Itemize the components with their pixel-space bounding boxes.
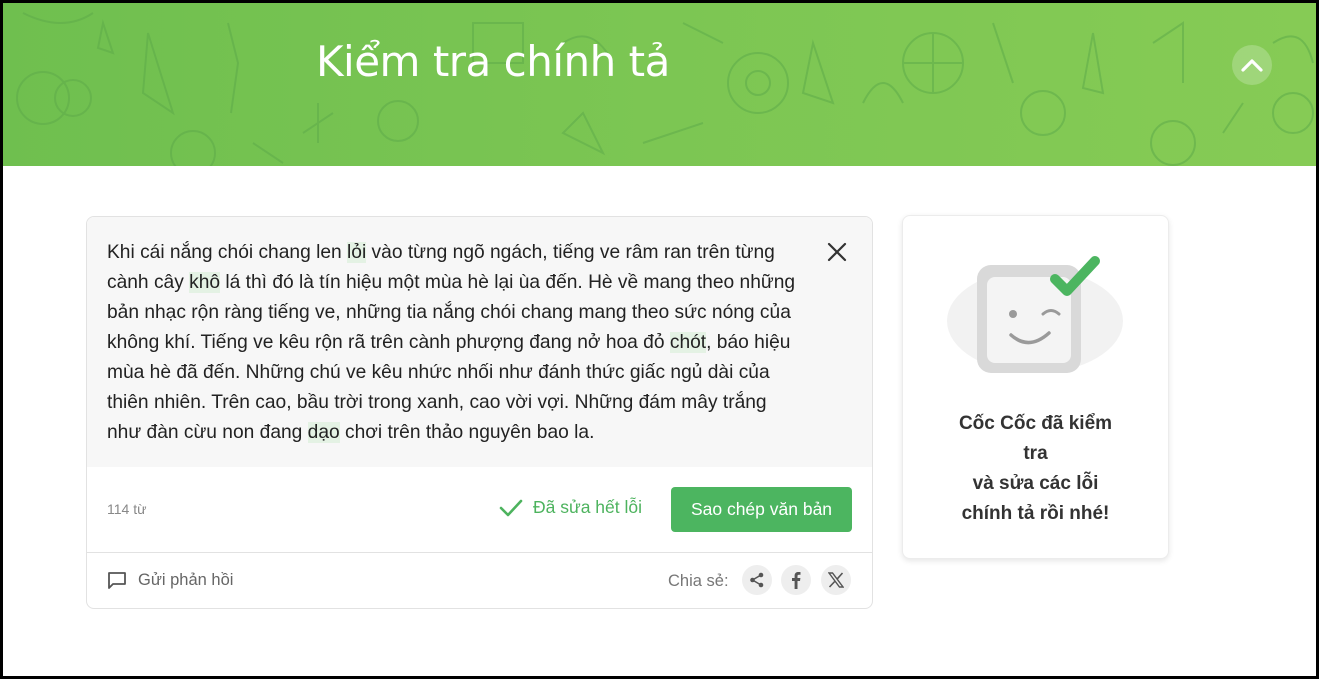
- header-banner: Kiểm tra chính tả: [3, 3, 1316, 166]
- corrected-word[interactable]: dạo: [307, 422, 340, 443]
- result-message-line: tra: [1023, 443, 1048, 464]
- editor-text[interactable]: Khi cái nắng chói chang len lỏi vào từng…: [107, 238, 797, 448]
- comment-icon: [108, 572, 126, 589]
- smiley-check-illustration: [947, 256, 1123, 373]
- share-button[interactable]: [742, 565, 772, 595]
- page-title: Kiểm tra chính tả: [316, 37, 670, 86]
- facebook-icon: [792, 572, 801, 589]
- text-segment: chơi trên thảo nguyên bao la.: [339, 422, 595, 443]
- facebook-share-button[interactable]: [781, 565, 811, 595]
- corrected-word[interactable]: chót: [669, 332, 707, 353]
- result-card: Cốc Cốc đã kiểm tra và sửa các lỗi chính tả…: [902, 215, 1169, 559]
- text-segment: Khi cái nắng chói chang len: [107, 242, 348, 263]
- share-label: Chia sẻ:: [668, 572, 729, 590]
- copy-text-button[interactable]: Sao chép văn bản: [671, 487, 852, 532]
- clear-text-button[interactable]: [824, 239, 850, 265]
- feedback-link[interactable]: Gửi phản hồi: [107, 571, 233, 590]
- chevron-up-icon: [1241, 59, 1263, 72]
- editor-card: Khi cái nắng chói chang len lỏi vào từng…: [86, 216, 873, 609]
- corrected-word[interactable]: lỏi: [347, 242, 367, 263]
- share-icon: [750, 572, 764, 588]
- feedback-label: Gửi phản hồi: [138, 571, 234, 589]
- x-icon: [828, 572, 844, 588]
- checkmark-icon: [499, 499, 523, 516]
- result-message-line: Cốc Cốc đã kiểm: [958, 413, 1113, 434]
- word-count: 114 từ: [107, 501, 147, 517]
- fixed-status: Đã sửa hết lỗi: [499, 497, 642, 518]
- collapse-button[interactable]: [1232, 45, 1272, 85]
- x-share-button[interactable]: [821, 565, 851, 595]
- page-frame: Kiểm tra chính tả Khi cái nắng chói chan…: [3, 3, 1316, 676]
- result-message-line: chính tả rồi nhé!: [961, 503, 1110, 524]
- corrected-word[interactable]: khô: [189, 272, 221, 293]
- fixed-status-label: Đã sửa hết lỗi: [533, 497, 642, 517]
- result-message: Cốc Cốc đã kiểm tra và sửa các lỗi chính tả…: [903, 409, 1168, 529]
- close-icon: [827, 242, 847, 262]
- result-message-line: và sửa các lỗi: [972, 473, 1099, 494]
- text-editor-area[interactable]: Khi cái nắng chói chang len lỏi vào từng…: [87, 217, 872, 467]
- divider: [87, 552, 872, 553]
